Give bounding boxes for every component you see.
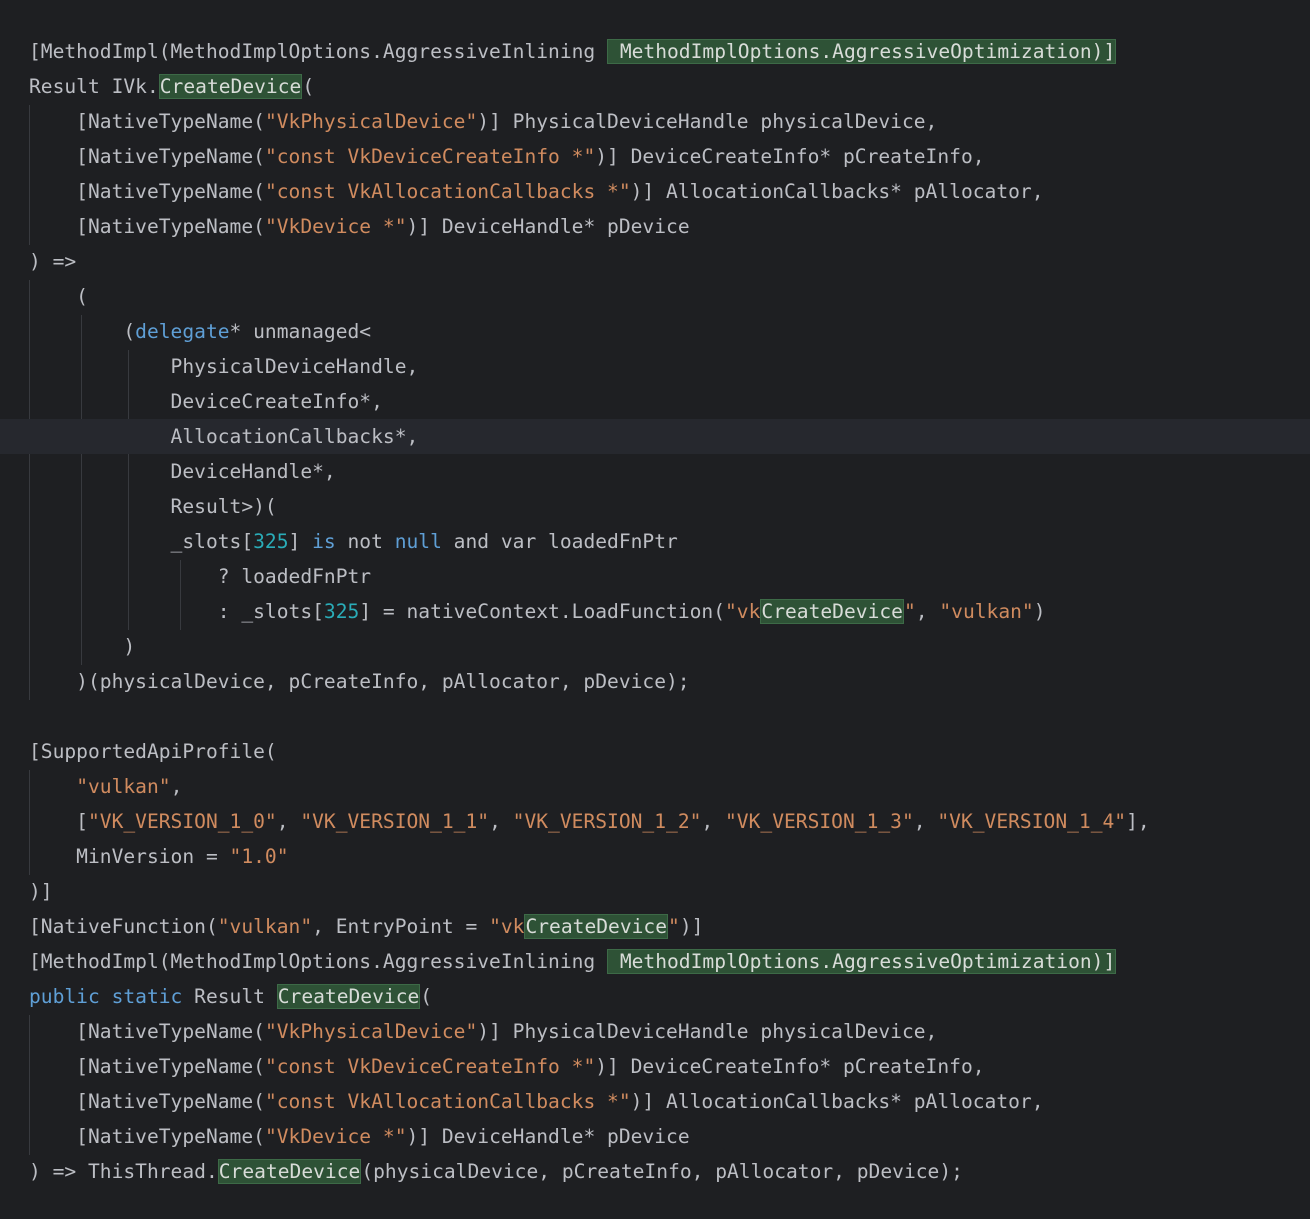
code-line[interactable]: [NativeTypeName("VkPhysicalDevice")] Phy…	[0, 1014, 1310, 1049]
code-line[interactable]: ? loadedFnPtr	[0, 559, 1310, 594]
code-line[interactable]: )(physicalDevice, pCreateInfo, pAllocato…	[0, 664, 1310, 699]
code-line[interactable]: MinVersion = "1.0"	[0, 839, 1310, 874]
code-line[interactable]: [MethodImpl(MethodImplOptions.Aggressive…	[0, 944, 1310, 979]
code-text: [NativeTypeName("VkPhysicalDevice")] Phy…	[29, 110, 938, 133]
code-text: [NativeFunction("vulkan", EntryPoint = "…	[29, 914, 704, 939]
code-line[interactable]: [NativeFunction("vulkan", EntryPoint = "…	[0, 909, 1310, 944]
code-line[interactable]: ) =>	[0, 244, 1310, 279]
code-line[interactable]: [NativeTypeName("VkPhysicalDevice")] Phy…	[0, 104, 1310, 139]
code-line[interactable]: )]	[0, 874, 1310, 909]
identifier-match-highlight: CreateDevice	[217, 1159, 362, 1184]
code-text: Result IVk.CreateDevice(	[29, 74, 315, 99]
identifier-match-highlight: CreateDevice	[524, 914, 669, 939]
code-line[interactable]: PhysicalDeviceHandle,	[0, 349, 1310, 384]
code-line[interactable]: public static Result CreateDevice(	[0, 979, 1310, 1014]
code-line[interactable]: DeviceHandle*,	[0, 454, 1310, 489]
code-text: [NativeTypeName("VkDevice *")] DeviceHan…	[29, 215, 690, 238]
code-text: public static Result CreateDevice(	[29, 984, 433, 1009]
code-text: AllocationCallbacks*,	[29, 425, 419, 448]
code-line[interactable]: (	[0, 279, 1310, 314]
code-line[interactable]: [NativeTypeName("const VkDeviceCreateInf…	[0, 139, 1310, 174]
code-text: ) =>	[29, 250, 77, 273]
identifier-match-highlight: MethodImplOptions.AggressiveOptimization…	[607, 949, 1117, 974]
code-line[interactable]: [NativeTypeName("VkDevice *")] DeviceHan…	[0, 1119, 1310, 1154]
code-text: [MethodImpl(MethodImplOptions.Aggressive…	[29, 39, 1117, 64]
code-text: [MethodImpl(MethodImplOptions.Aggressive…	[29, 949, 1117, 974]
code-editor[interactable]: [MethodImpl(MethodImplOptions.Aggressive…	[0, 0, 1310, 1219]
code-line[interactable]	[0, 699, 1310, 734]
code-text: [NativeTypeName("const VkDeviceCreateInf…	[29, 1055, 985, 1078]
code-text: ? loadedFnPtr	[29, 565, 372, 588]
code-text: _slots[325] is not null and var loadedFn…	[29, 530, 678, 553]
code-text: "vulkan",	[76, 775, 183, 798]
identifier-match-highlight: CreateDevice	[760, 599, 904, 624]
code-line[interactable]: ["VK_VERSION_1_0", "VK_VERSION_1_1", "VK…	[0, 804, 1310, 839]
code-text: [NativeTypeName("const VkAllocationCallb…	[29, 180, 1044, 203]
code-text: PhysicalDeviceHandle,	[29, 355, 419, 378]
identifier-match-highlight: CreateDevice	[276, 984, 421, 1009]
code-line[interactable]: [SupportedApiProfile(	[0, 734, 1310, 769]
code-line[interactable]: Result IVk.CreateDevice(	[0, 69, 1310, 104]
code-line[interactable]: [MethodImpl(MethodImplOptions.Aggressive…	[0, 34, 1310, 69]
code-text: [NativeTypeName("VkPhysicalDevice")] Phy…	[29, 1020, 938, 1043]
code-text: [SupportedApiProfile(	[29, 740, 277, 763]
code-text: DeviceCreateInfo*,	[29, 390, 383, 413]
code-line[interactable]: Result>)(	[0, 489, 1310, 524]
code-text: Result>)(	[29, 495, 277, 518]
code-text: [NativeTypeName("const VkAllocationCallb…	[29, 1090, 1044, 1113]
code-line[interactable]: : _slots[325] = nativeContext.LoadFuncti…	[0, 594, 1310, 629]
code-line-current[interactable]: AllocationCallbacks*,	[0, 419, 1310, 454]
identifier-match-highlight: MethodImplOptions.AggressiveOptimization…	[607, 39, 1117, 64]
code-line[interactable]: ) => ThisThread.CreateDevice(physicalDev…	[0, 1154, 1310, 1189]
code-text: )]	[29, 880, 53, 903]
code-line[interactable]: DeviceCreateInfo*,	[0, 384, 1310, 419]
code-line[interactable]: [NativeTypeName("const VkAllocationCallb…	[0, 174, 1310, 209]
code-line[interactable]: )	[0, 629, 1310, 664]
code-text: : _slots[325] = nativeContext.LoadFuncti…	[29, 599, 1046, 624]
code-text: DeviceHandle*,	[29, 460, 336, 483]
code-text: [NativeTypeName("const VkDeviceCreateInf…	[29, 145, 985, 168]
code-text: (delegate* unmanaged<	[29, 320, 372, 343]
code-line[interactable]: [NativeTypeName("const VkDeviceCreateInf…	[0, 1049, 1310, 1084]
code-line[interactable]: _slots[325] is not null and var loadedFn…	[0, 524, 1310, 559]
code-text: [NativeTypeName("VkDevice *")] DeviceHan…	[29, 1125, 690, 1148]
code-text: (	[29, 285, 88, 308]
code-line[interactable]: [NativeTypeName("const VkAllocationCallb…	[0, 1084, 1310, 1119]
identifier-match-highlight: CreateDevice	[158, 74, 303, 99]
code-text: MinVersion = "1.0"	[29, 845, 289, 868]
code-text: ) => ThisThread.CreateDevice(physicalDev…	[29, 1159, 963, 1184]
code-text: )(physicalDevice, pCreateInfo, pAllocato…	[29, 670, 690, 693]
code-line[interactable]: (delegate* unmanaged<	[0, 314, 1310, 349]
code-text: ["VK_VERSION_1_0", "VK_VERSION_1_1", "VK…	[29, 810, 1150, 833]
code-line[interactable]: "vulkan",	[0, 769, 1310, 804]
code-text: )	[29, 635, 136, 658]
code-line[interactable]: [NativeTypeName("VkDevice *")] DeviceHan…	[0, 209, 1310, 244]
